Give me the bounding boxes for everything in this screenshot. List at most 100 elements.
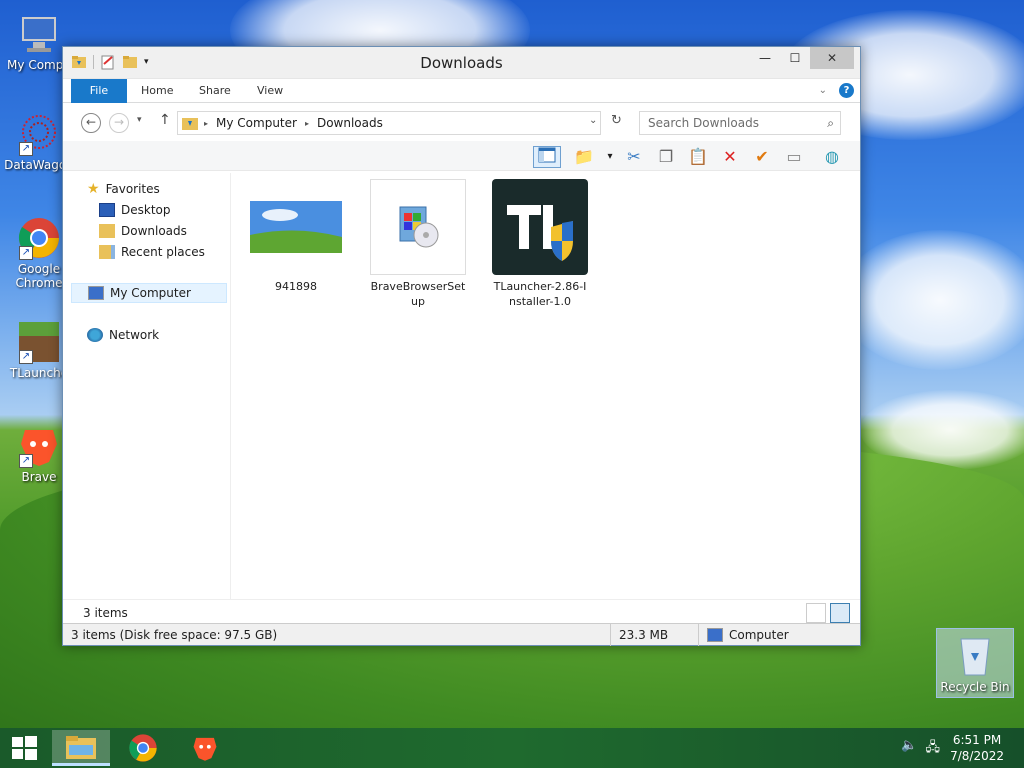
nav-recent-label: Recent places bbox=[121, 245, 205, 259]
downloads-folder-icon bbox=[99, 224, 115, 238]
clock-time: 6:51 PM bbox=[952, 733, 1002, 747]
nav-desktop[interactable]: Desktop bbox=[99, 200, 171, 220]
nav-desktop-label: Desktop bbox=[121, 203, 171, 217]
back-button[interactable]: ← bbox=[81, 113, 101, 133]
nav-favorites-label: Favorites bbox=[105, 182, 160, 196]
breadcrumb-downloads[interactable]: Downloads bbox=[317, 116, 383, 130]
item-count-bar: 3 items bbox=[63, 599, 860, 625]
folder-options-icon[interactable]: 📁 bbox=[573, 146, 595, 168]
taskbar-file-explorer[interactable] bbox=[52, 730, 110, 766]
network-icon bbox=[87, 328, 103, 342]
address-dropdown-icon[interactable]: ⌄ bbox=[589, 115, 597, 126]
chevron-right-icon: ▸ bbox=[304, 118, 309, 128]
recent-places-icon bbox=[99, 245, 115, 259]
file-name-line1: BraveBrowserSet bbox=[370, 280, 466, 293]
shortcut-arrow-icon: ↗ bbox=[19, 246, 33, 260]
tab-file[interactable]: File bbox=[71, 79, 127, 103]
chrome-icon bbox=[129, 734, 157, 762]
copy-icon[interactable]: ❐ bbox=[655, 146, 677, 168]
delete-icon[interactable]: ✕ bbox=[719, 146, 741, 168]
refresh-icon[interactable]: ↻ bbox=[611, 113, 622, 128]
paste-icon[interactable]: 📋 bbox=[687, 146, 709, 168]
search-icon: ⌕ bbox=[827, 116, 834, 130]
file-item[interactable]: BraveBrowserSet up bbox=[370, 179, 466, 309]
shortcut-arrow-icon: ↗ bbox=[19, 350, 33, 364]
expand-ribbon-icon[interactable]: ⌄ bbox=[819, 85, 827, 96]
cut-icon[interactable]: ✂ bbox=[623, 146, 645, 168]
close-button[interactable]: ✕ bbox=[810, 47, 854, 69]
preview-pane-button[interactable] bbox=[533, 146, 561, 168]
windows-logo-icon bbox=[12, 736, 37, 760]
command-toolbar: 📁 ▾ ✂ ❐ 📋 ✕ ✔ ▭ ◍ bbox=[63, 141, 860, 171]
file-name-line2: nstaller-1.0 bbox=[509, 295, 571, 308]
status-size: 23.3 MB bbox=[611, 624, 699, 646]
title-bar: ▾ Downloads — ☐ ✕ bbox=[63, 47, 860, 79]
volume-muted-icon[interactable]: 🔈 bbox=[901, 738, 917, 760]
nav-recent-places[interactable]: Recent places bbox=[99, 242, 205, 262]
minimize-button[interactable]: — bbox=[750, 47, 780, 69]
dropdown-icon[interactable]: ▾ bbox=[599, 146, 621, 168]
computer-icon bbox=[88, 286, 104, 300]
recycle-bin-icon bbox=[960, 638, 990, 676]
tab-home[interactable]: Home bbox=[141, 79, 173, 103]
taskbar-brave[interactable] bbox=[176, 730, 234, 766]
breadcrumb-my-computer[interactable]: My Computer bbox=[216, 116, 297, 130]
help-icon[interactable]: ? bbox=[839, 83, 854, 98]
large-icons-view-button[interactable] bbox=[830, 603, 850, 623]
rename-icon[interactable]: ▭ bbox=[783, 146, 805, 168]
file-list: 941898 BraveBrowserSet up TLauncher-2.86… bbox=[233, 173, 860, 599]
taskbar-chrome[interactable] bbox=[114, 730, 172, 766]
tab-view[interactable]: View bbox=[257, 79, 283, 103]
tab-share[interactable]: Share bbox=[199, 79, 231, 103]
details-view-button[interactable] bbox=[806, 603, 826, 623]
window-title: Downloads bbox=[420, 54, 503, 72]
nav-downloads[interactable]: Downloads bbox=[99, 221, 187, 241]
file-name-line2: up bbox=[411, 295, 425, 308]
network-status-icon[interactable]: 🖧 bbox=[926, 738, 941, 760]
shortcut-arrow-icon: ↗ bbox=[19, 454, 33, 468]
bliss-wallpaper-icon bbox=[250, 201, 342, 253]
window-controls: — ☐ ✕ bbox=[750, 47, 854, 69]
up-arrow-icon[interactable]: ↑ bbox=[159, 112, 171, 128]
ribbon-right: ⌄ ? bbox=[819, 83, 854, 98]
computer-icon bbox=[17, 12, 61, 56]
status-location-label: Computer bbox=[729, 628, 789, 642]
brave-lion-icon bbox=[193, 737, 217, 761]
chrome-icon: ↗ bbox=[17, 216, 61, 260]
address-bar[interactable]: ▸ My Computer ▸ Downloads bbox=[177, 111, 601, 135]
tlauncher-thumbnail bbox=[492, 179, 588, 275]
clock-date: 7/8/2022 bbox=[950, 749, 1004, 763]
navigation-pane: ★ Favorites Desktop Downloads Recent pla… bbox=[63, 173, 231, 599]
clock[interactable]: 6:51 PM 7/8/2022 bbox=[950, 732, 1004, 764]
shortcut-arrow-icon: ↗ bbox=[19, 142, 33, 156]
datawagon-icon: ↗ bbox=[17, 112, 61, 156]
recycle-bin-label: Recycle Bin bbox=[940, 680, 1010, 694]
nav-downloads-label: Downloads bbox=[121, 224, 187, 238]
forward-button[interactable]: → bbox=[109, 113, 129, 133]
nav-my-computer[interactable]: My Computer bbox=[71, 283, 227, 303]
nav-network-label: Network bbox=[109, 328, 160, 342]
file-name-line1: TLauncher-2.86-I bbox=[493, 280, 587, 293]
recent-locations-icon[interactable]: ▾ bbox=[137, 115, 142, 125]
nav-network[interactable]: Network bbox=[87, 325, 159, 345]
ribbon-tabs: File Home Share View ⌄ ? bbox=[63, 79, 860, 103]
maximize-button[interactable]: ☐ bbox=[780, 47, 810, 69]
network-globe-icon[interactable]: ◍ bbox=[821, 146, 843, 168]
file-explorer-icon bbox=[66, 735, 96, 759]
view-switcher bbox=[806, 603, 850, 623]
checkmark-icon[interactable]: ✔ bbox=[751, 146, 773, 168]
system-tray: 🔈 🖧 bbox=[901, 738, 940, 760]
chevron-right-icon: ▸ bbox=[204, 118, 209, 128]
tlauncher-logo-icon bbox=[507, 205, 573, 261]
file-item[interactable]: TLauncher-2.86-I nstaller-1.0 bbox=[492, 179, 588, 309]
downloads-folder-icon bbox=[182, 118, 198, 130]
taskbar: 🔈 🖧 6:51 PM 7/8/2022 bbox=[0, 728, 1024, 768]
address-row: ← → ▾ ↑ ▸ My Computer ▸ Downloads ⌄ ↻ Se… bbox=[63, 103, 860, 141]
nav-my-computer-label: My Computer bbox=[110, 286, 191, 300]
nav-favorites[interactable]: ★ Favorites bbox=[87, 179, 160, 199]
desktop-icon-recycle-bin[interactable]: Recycle Bin bbox=[936, 628, 1014, 698]
brave-lion-icon: ↗ bbox=[17, 424, 61, 468]
search-input[interactable]: Search Downloads ⌕ bbox=[639, 111, 841, 135]
file-item[interactable]: 941898 bbox=[248, 179, 344, 294]
start-button[interactable] bbox=[0, 730, 48, 766]
